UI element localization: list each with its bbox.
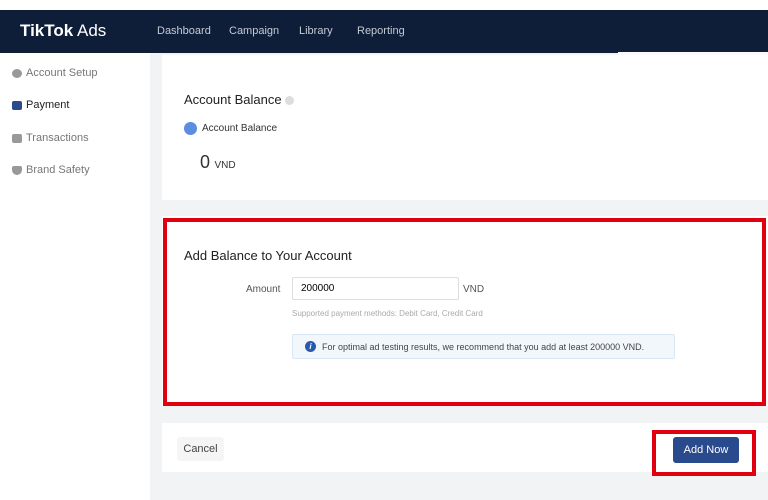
transactions-icon	[12, 133, 22, 143]
nav-reporting[interactable]: Reporting	[357, 25, 405, 37]
sidebar-item-brand-safety[interactable]: Brand Safety	[12, 164, 90, 176]
sidebar: Account Setup Payment Transactions Brand…	[0, 53, 150, 500]
highlight-box	[652, 430, 756, 476]
top-strip	[0, 0, 768, 10]
wallet-icon	[12, 100, 22, 110]
sidebar-item-transactions[interactable]: Transactions	[12, 132, 89, 144]
info-icon[interactable]	[285, 96, 295, 106]
balance-amount: 0 VND	[200, 152, 236, 172]
sidebar-item-payment[interactable]: Payment	[12, 99, 69, 111]
logo[interactable]: TikTok Ads	[20, 21, 106, 41]
balance-type: Account Balance	[184, 122, 277, 135]
shield-icon	[12, 165, 22, 175]
account-balance-card: Account Balance Account Balance 0 VND	[162, 55, 768, 200]
nav-dashboard[interactable]: Dashboard	[157, 25, 211, 37]
sidebar-item-label: Transactions	[26, 132, 89, 144]
section-title: Account Balance	[184, 92, 295, 107]
gear-icon	[12, 68, 22, 78]
sidebar-item-label: Account Setup	[26, 67, 98, 79]
sidebar-item-label: Payment	[26, 99, 70, 111]
nav-campaign[interactable]: Campaign	[229, 25, 279, 37]
sidebar-item-account-setup[interactable]: Account Setup	[12, 67, 98, 79]
nav-library[interactable]: Library	[299, 25, 333, 37]
highlight-box	[163, 218, 766, 406]
balance-icon	[184, 122, 197, 135]
cancel-button[interactable]: Cancel	[177, 437, 224, 461]
sidebar-item-label: Brand Safety	[26, 164, 90, 176]
